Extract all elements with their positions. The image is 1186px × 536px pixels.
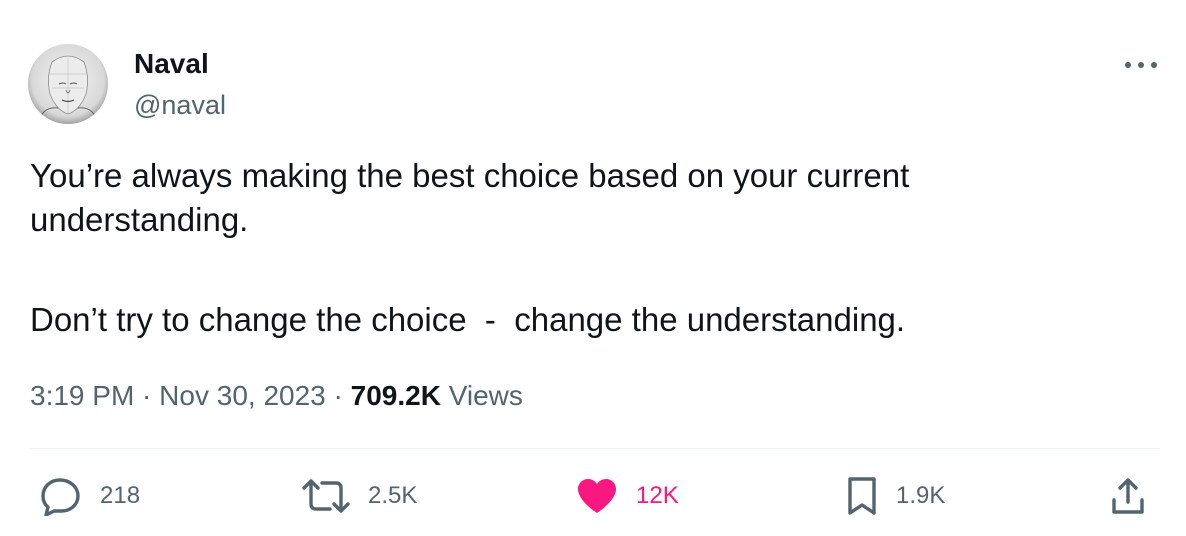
tweet-date[interactable]: Nov 30, 2023: [159, 380, 326, 411]
tweet-paragraph-1: You’re always making the best choice bas…: [30, 157, 910, 238]
share-icon: [1112, 478, 1144, 514]
tweet-time[interactable]: 3:19 PM: [30, 380, 134, 411]
tweet-meta: 3:19 PM · Nov 30, 2023 · 709.2K Views: [30, 378, 523, 414]
reply-button[interactable]: 218: [40, 476, 140, 516]
author-name[interactable]: Naval: [134, 48, 209, 80]
repost-count: 2.5K: [368, 482, 418, 509]
repost-icon: [302, 479, 350, 513]
more-icon: [1125, 62, 1157, 68]
avatar[interactable]: [28, 44, 108, 124]
views-label: Views: [440, 380, 523, 411]
repost-button[interactable]: 2.5K: [302, 476, 417, 516]
tweet-paragraph-2: Don’t try to change the choice - change …: [30, 301, 906, 338]
more-options-button[interactable]: [1118, 50, 1164, 80]
like-button[interactable]: 12K: [576, 476, 679, 516]
meta-separator: ·: [134, 380, 160, 411]
bookmark-icon: [848, 477, 876, 515]
meta-separator: ·: [325, 380, 351, 411]
like-count: 12K: [636, 482, 679, 509]
tweet-card: Naval @naval You’re always making the be…: [0, 0, 1186, 536]
views-count: 709.2K: [350, 380, 441, 411]
reply-icon: [41, 478, 80, 516]
avatar-sketch-image: [28, 44, 108, 124]
author-handle[interactable]: @naval: [134, 89, 226, 121]
reply-count: 218: [100, 482, 141, 509]
like-icon: [578, 479, 616, 513]
bookmark-button[interactable]: 1.9K: [846, 476, 945, 516]
tweet-text: You’re always making the best choice bas…: [30, 154, 1150, 342]
divider: [30, 448, 1160, 449]
share-button[interactable]: [1110, 476, 1146, 516]
bookmark-count: 1.9K: [896, 482, 946, 509]
